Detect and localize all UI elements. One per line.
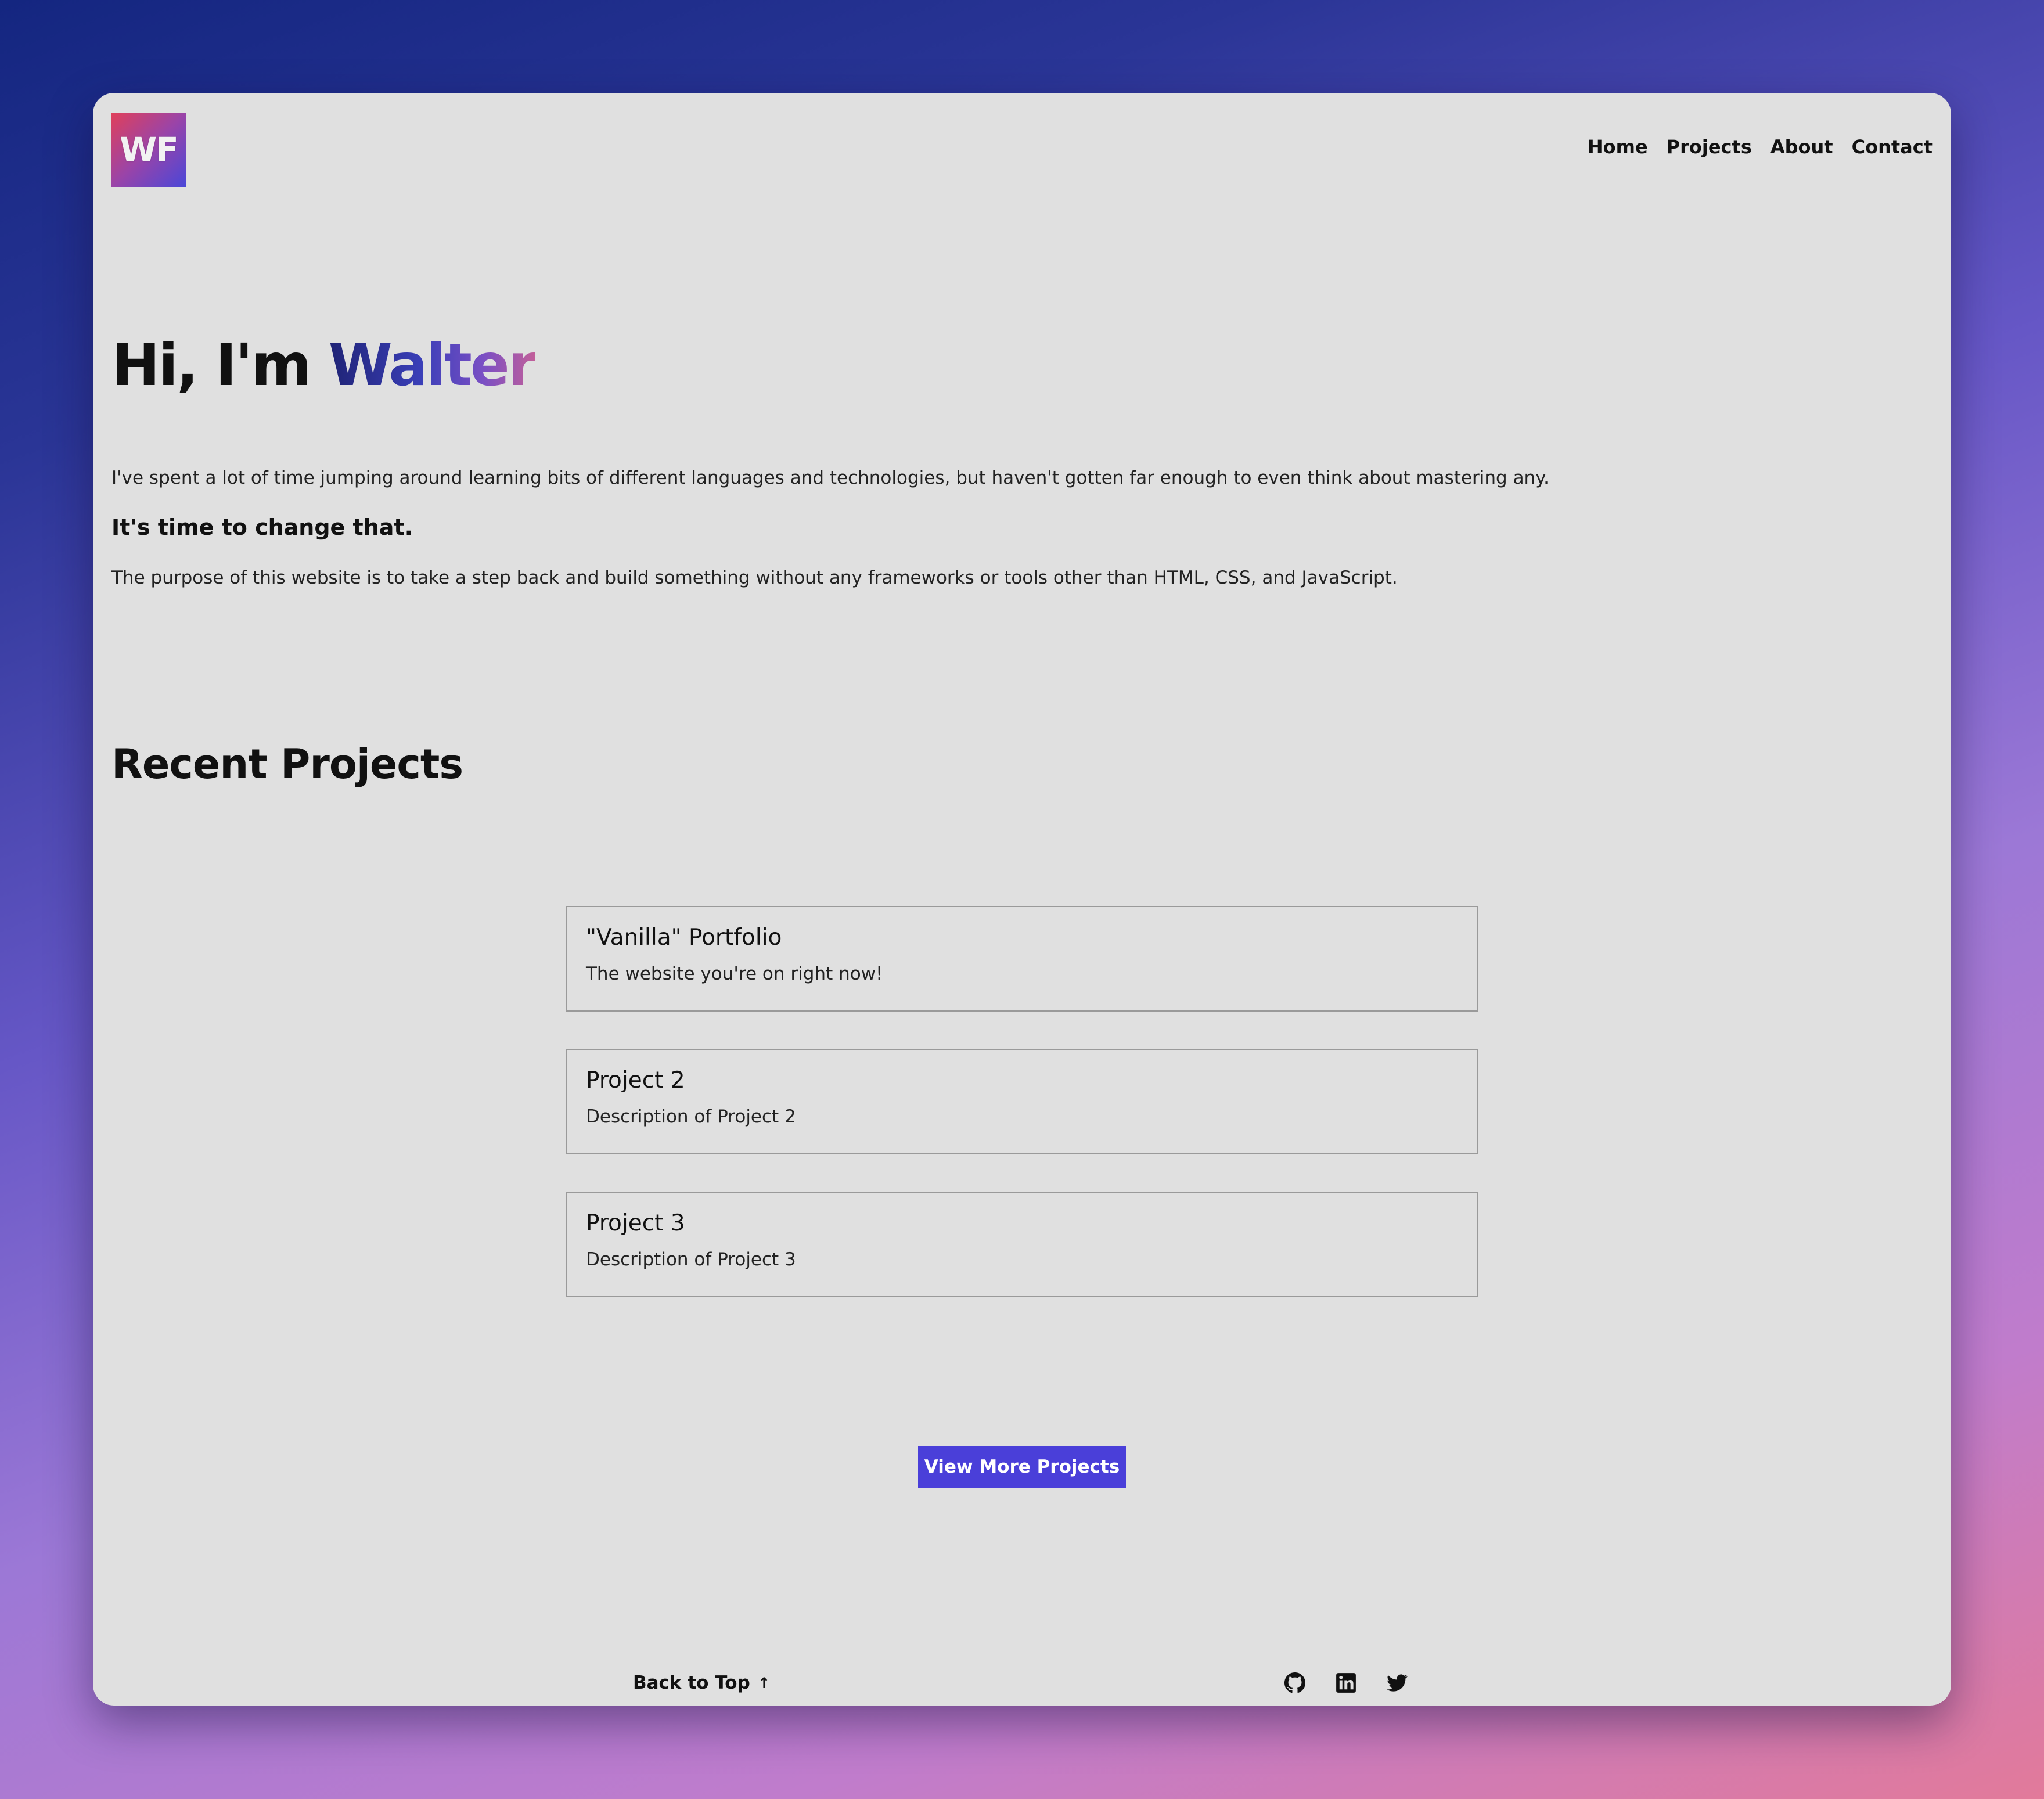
- nav-projects[interactable]: Projects: [1667, 136, 1752, 158]
- back-to-top-link[interactable]: Back to Top ↑: [633, 1672, 770, 1693]
- arrow-up-icon: ↑: [758, 1675, 770, 1691]
- linkedin-icon[interactable]: [1336, 1672, 1356, 1693]
- recent-projects-heading: Recent Projects: [111, 740, 463, 788]
- intro-text: I've spent a lot of time jumping around …: [111, 467, 1549, 488]
- back-to-top-label: Back to Top: [633, 1672, 750, 1693]
- browser-page: WF Home Projects About Contact Hi, I'm W…: [93, 93, 1951, 1706]
- project-description: The website you're on right now!: [586, 963, 883, 984]
- twitter-icon[interactable]: [1387, 1672, 1408, 1693]
- project-card[interactable]: "Vanilla" Portfolio The website you're o…: [566, 906, 1478, 1012]
- logo[interactable]: WF: [111, 113, 186, 187]
- nav-contact[interactable]: Contact: [1852, 136, 1933, 158]
- nav-home[interactable]: Home: [1588, 136, 1648, 158]
- logo-text: WF: [120, 130, 179, 170]
- change-text: It's time to change that.: [111, 514, 413, 540]
- project-description: Description of Project 2: [586, 1106, 796, 1127]
- purpose-text: The purpose of this website is to take a…: [111, 567, 1398, 588]
- nav-about[interactable]: About: [1770, 136, 1833, 158]
- project-card[interactable]: Project 2 Description of Project 2: [566, 1049, 1478, 1154]
- project-card[interactable]: Project 3 Description of Project 3: [566, 1192, 1478, 1297]
- view-more-projects-button[interactable]: View More Projects: [918, 1446, 1126, 1488]
- social-links: [1284, 1672, 1408, 1693]
- project-title: Project 3: [586, 1210, 685, 1236]
- project-description: Description of Project 3: [586, 1249, 796, 1270]
- project-title: Project 2: [586, 1067, 685, 1093]
- hero-greeting: Hi, I'm: [111, 331, 329, 399]
- project-list: "Vanilla" Portfolio The website you're o…: [566, 906, 1478, 1334]
- hero-title: Hi, I'm Walter: [111, 331, 537, 399]
- hero-name: Walter: [328, 331, 537, 399]
- main-nav: Home Projects About Contact: [1588, 136, 1933, 158]
- project-title: "Vanilla" Portfolio: [586, 924, 782, 951]
- github-icon[interactable]: [1284, 1672, 1305, 1693]
